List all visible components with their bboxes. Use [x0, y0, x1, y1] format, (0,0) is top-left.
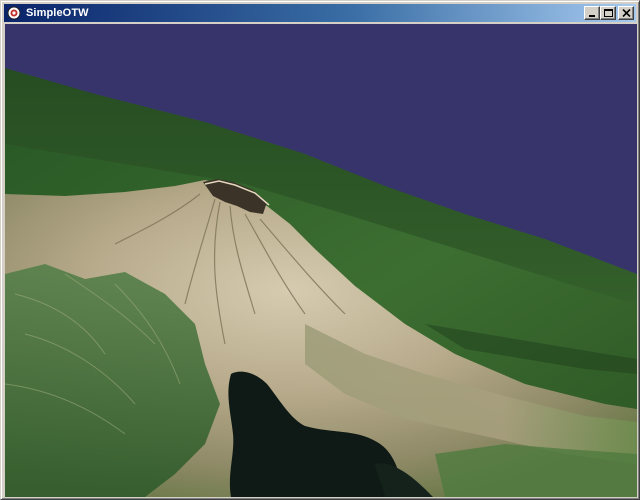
caption-buttons: [584, 6, 634, 20]
terrain-viewport[interactable]: [5, 24, 637, 497]
maximize-icon: [604, 9, 613, 17]
app-icon[interactable]: [6, 5, 22, 21]
terrain-render: [5, 24, 637, 497]
title-bar[interactable]: SimpleOTW: [4, 4, 636, 22]
close-button[interactable]: [618, 6, 634, 20]
minimize-button[interactable]: [584, 6, 600, 20]
close-icon: [622, 9, 631, 17]
minimize-icon: [589, 15, 595, 17]
maximize-button[interactable]: [600, 6, 616, 20]
valley-right: [435, 444, 637, 497]
window-title: SimpleOTW: [26, 7, 89, 19]
app-window: SimpleOTW: [0, 0, 640, 500]
